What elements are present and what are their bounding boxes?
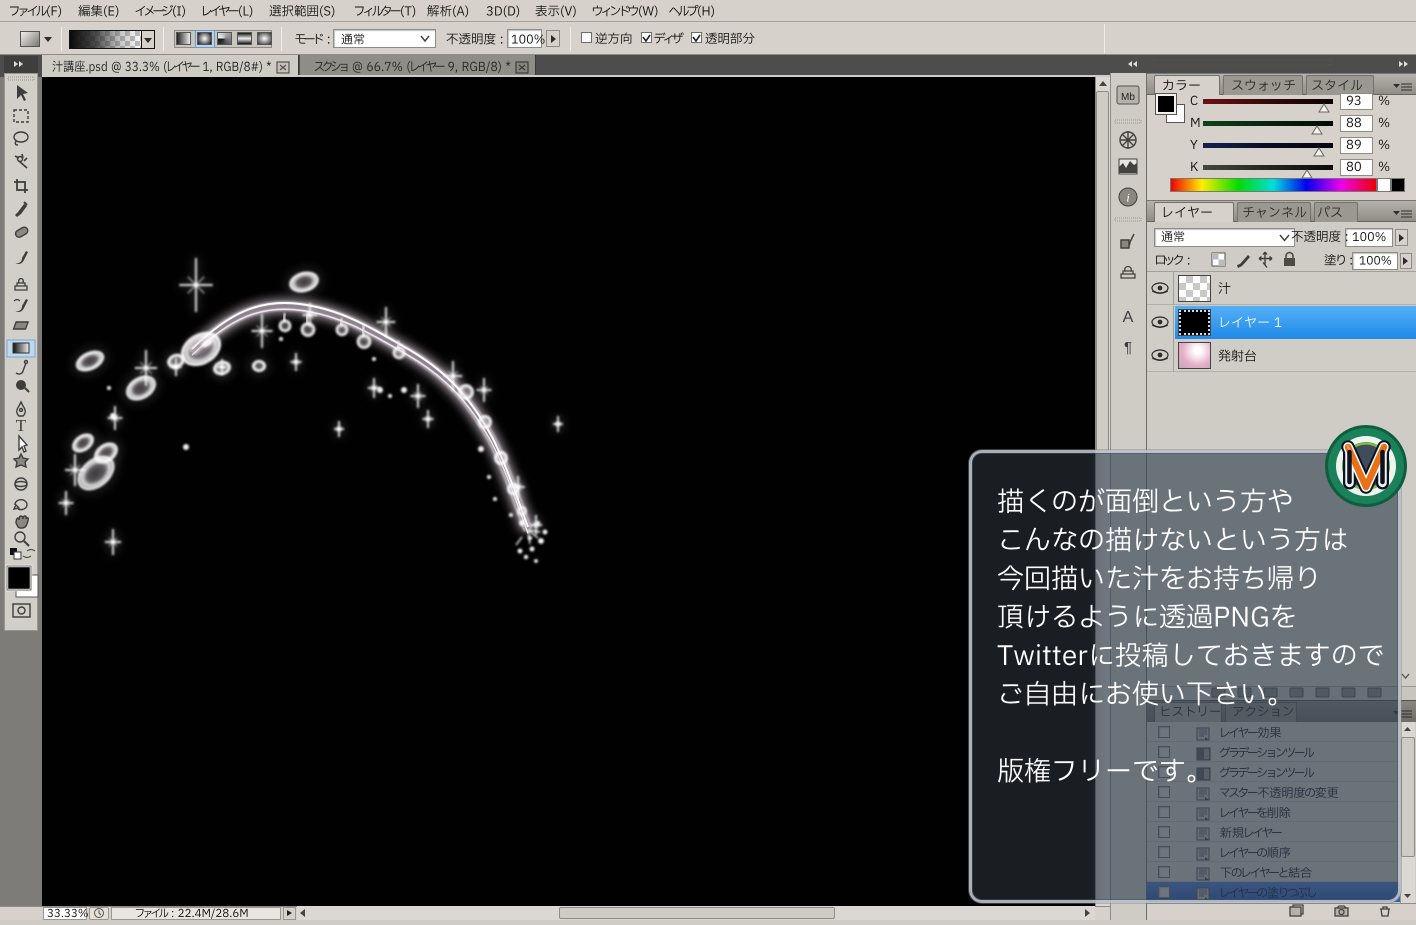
svg-text:A: A [1123,309,1134,326]
svg-text:Mb: Mb [1121,92,1135,103]
svg-text:i: i [1126,191,1129,205]
svg-text:T: T [16,416,27,435]
svg-text:¶: ¶ [1124,339,1132,356]
